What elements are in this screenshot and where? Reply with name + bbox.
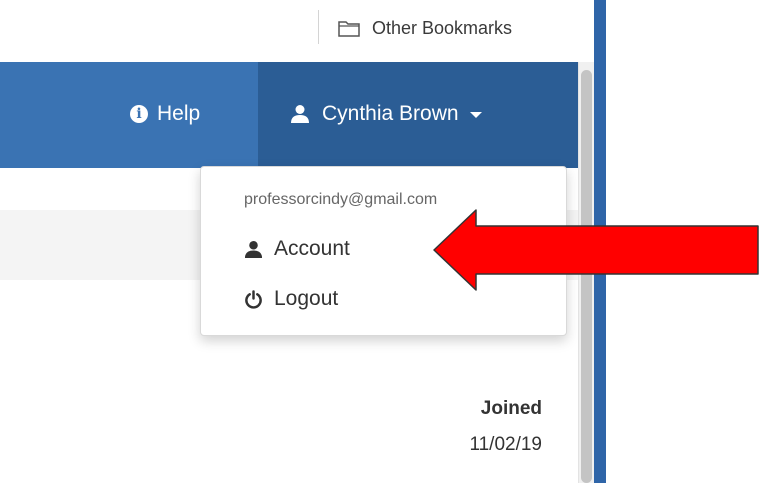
- red-arrow-pointing-left: [433, 209, 759, 291]
- account-label: Account: [274, 237, 350, 260]
- user-menu-toggle[interactable]: Cynthia Brown: [290, 102, 482, 126]
- logout-label: Logout: [274, 287, 339, 310]
- user-email: professorcindy@gmail.com: [244, 191, 438, 208]
- bookmarks-divider: [318, 10, 319, 44]
- logout-menu-item[interactable]: Logout: [244, 287, 338, 311]
- account-menu-item[interactable]: Account: [244, 237, 350, 261]
- folder-icon: [338, 21, 360, 37]
- user-name: Cynthia Brown: [322, 102, 459, 125]
- user-icon: [244, 240, 263, 258]
- caret-down-icon: [469, 112, 482, 118]
- other-bookmarks-button[interactable]: Other Bookmarks: [338, 12, 512, 44]
- other-bookmarks-label: Other Bookmarks: [372, 17, 513, 38]
- top-navbar: i Help Cynthia Brown: [0, 62, 578, 168]
- joined-label: Joined: [480, 398, 542, 419]
- help-link[interactable]: i Help: [130, 102, 200, 126]
- info-circle-icon: i: [130, 105, 148, 123]
- user-icon: [291, 105, 309, 123]
- power-icon: [245, 289, 262, 309]
- joined-date: 11/02/19: [469, 434, 542, 455]
- bookmarks-bar: Other Bookmarks: [0, 0, 594, 62]
- help-label: Help: [157, 102, 201, 125]
